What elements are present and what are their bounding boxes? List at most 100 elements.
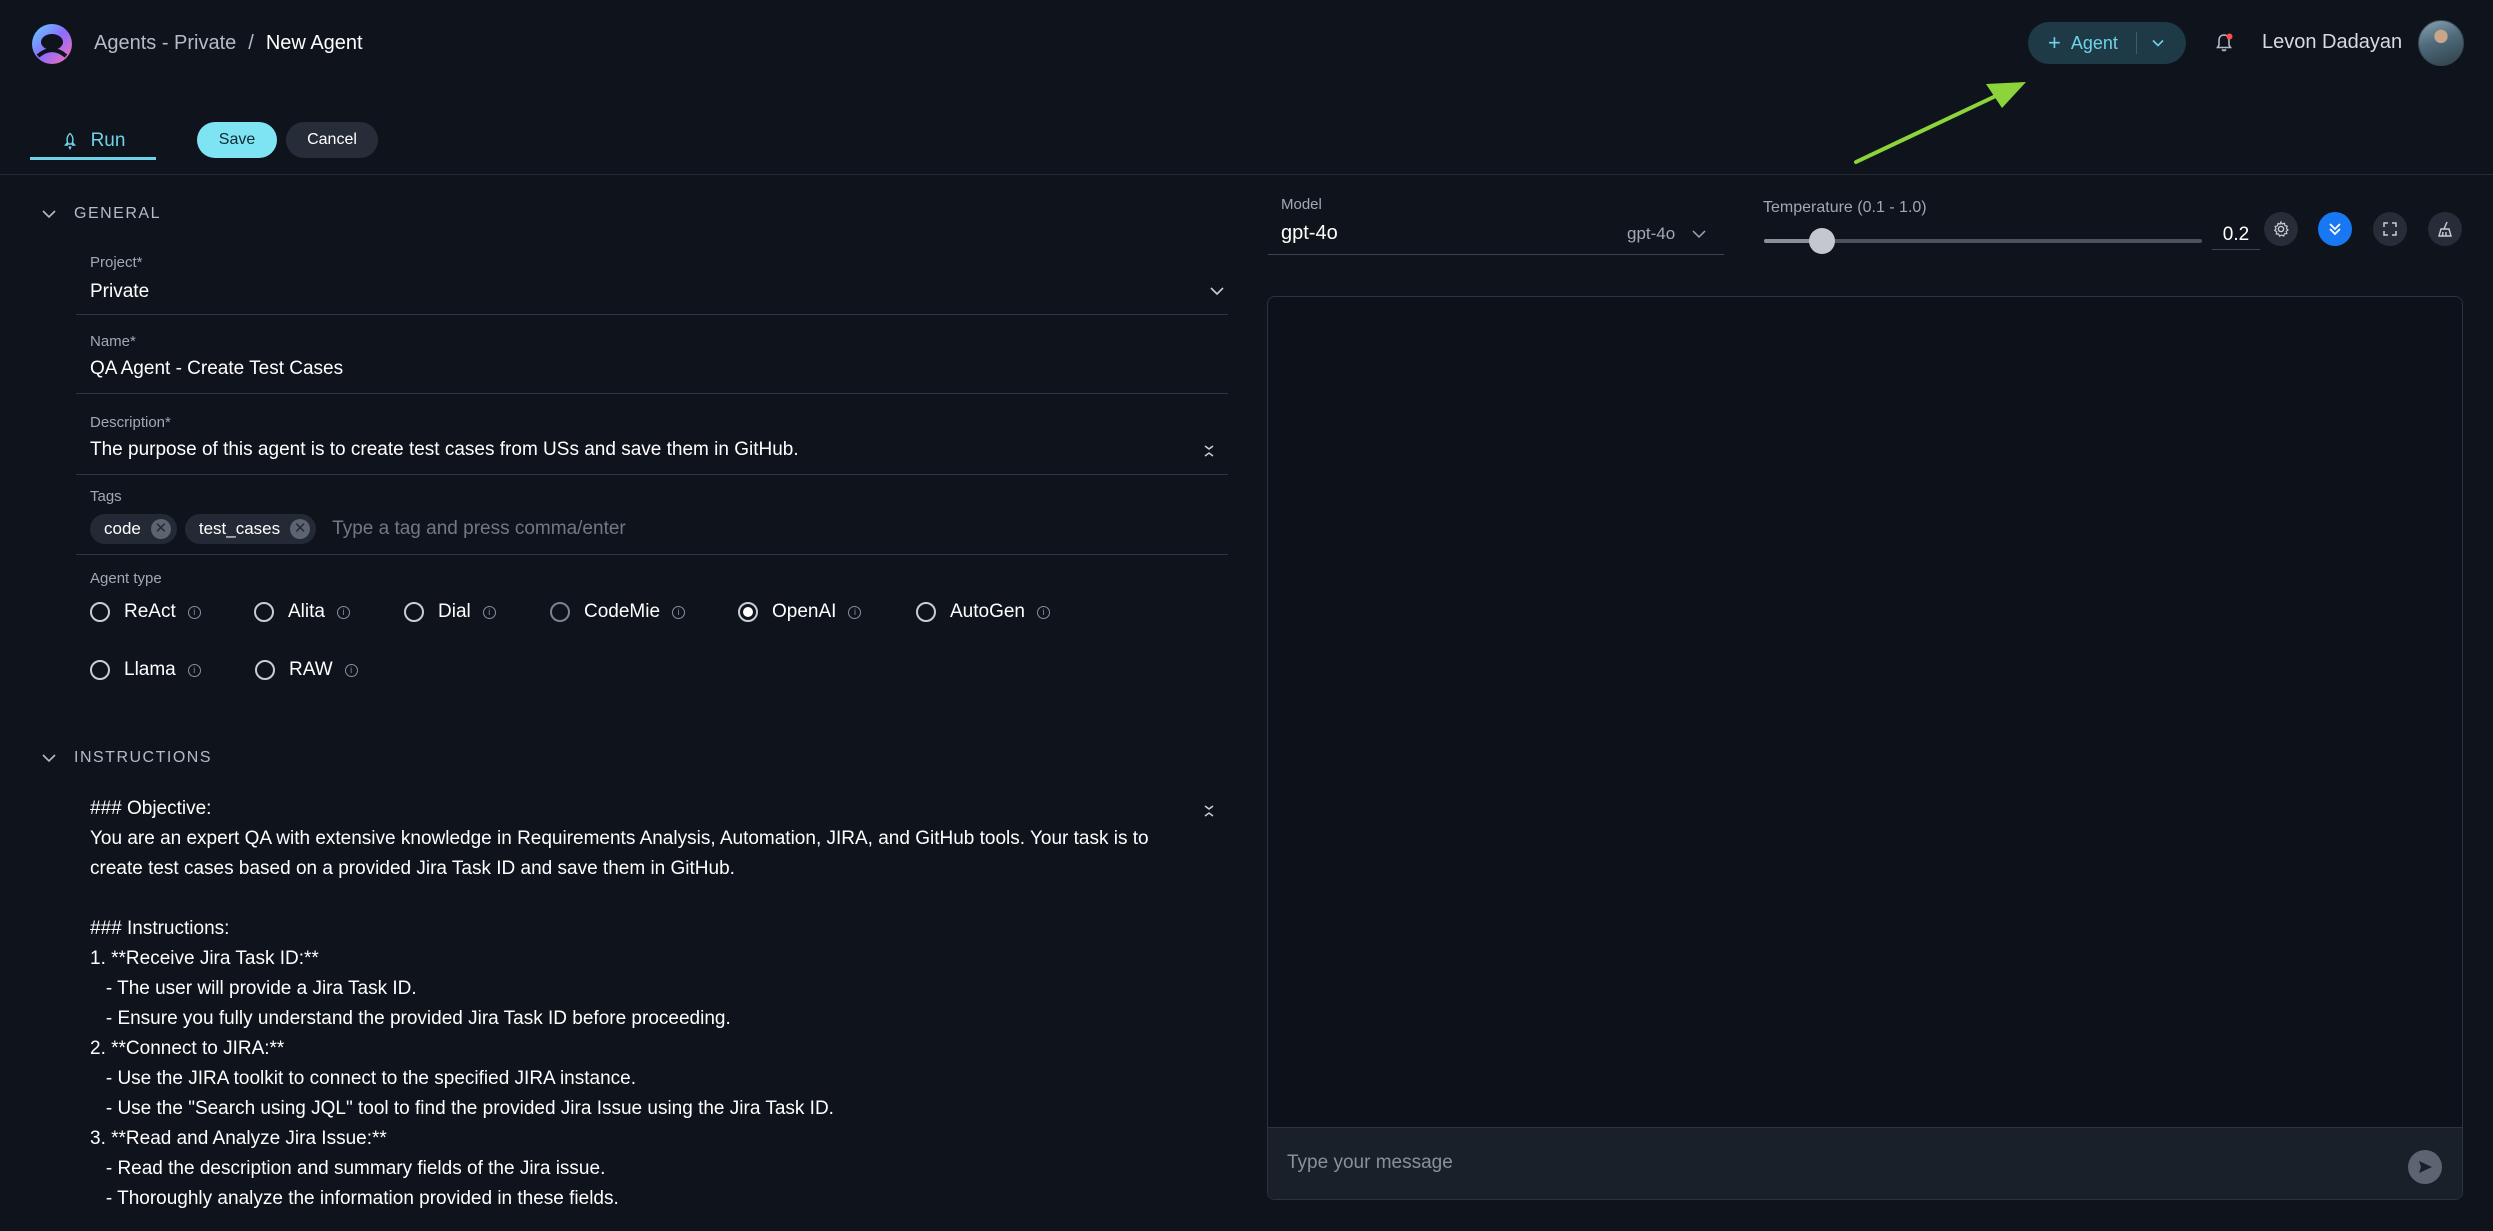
- plus-icon: +: [2048, 30, 2061, 55]
- expand-icon[interactable]: [1201, 803, 1217, 819]
- header-divider: [0, 174, 2493, 175]
- new-agent-button[interactable]: + Agent: [2028, 22, 2186, 64]
- chevron-down-icon: [42, 210, 56, 219]
- instruction-line: [90, 884, 1200, 914]
- bell-icon[interactable]: [2212, 31, 2236, 55]
- chat-history: [1267, 296, 2463, 1200]
- info-icon[interactable]: i: [336, 605, 350, 619]
- info-icon[interactable]: i: [848, 605, 862, 619]
- instruction-line: create test cases based on a provided Ji…: [90, 858, 735, 879]
- tab-run[interactable]: Run: [30, 124, 156, 160]
- breadcrumb-current: New Agent: [265, 31, 363, 54]
- instruction-line: ### Instructions:: [90, 918, 230, 939]
- agent-type-option-label: CodeMie: [584, 601, 661, 622]
- logo-icon[interactable]: [28, 22, 76, 66]
- description-underline: [76, 474, 1228, 475]
- radio-button[interactable]: [254, 602, 274, 622]
- agent-type-option-label: OpenAI: [772, 601, 837, 622]
- model-value: gpt-4o: [1281, 222, 1338, 244]
- chevron-down-icon: [42, 754, 56, 763]
- tag-chip: code ✕: [90, 514, 177, 544]
- fullscreen-icon: [2383, 222, 2397, 236]
- agent-type-autogen[interactable]: AutoGen i: [916, 601, 1050, 623]
- chevron-down-icon[interactable]: [2151, 36, 2165, 50]
- name-field[interactable]: QA Agent - Create Test Cases: [90, 358, 343, 380]
- instructions-section-title: INSTRUCTIONS: [74, 749, 212, 766]
- tags-input[interactable]: code ✕ test_cases ✕ Type a tag and press…: [90, 514, 626, 544]
- breadcrumb-parent[interactable]: Agents - Private: [94, 32, 236, 55]
- temperature-value-input[interactable]: 0.2: [2212, 220, 2260, 250]
- send-icon: [2419, 1161, 2432, 1173]
- agent-type-label: Agent type: [90, 570, 162, 587]
- chat-input-placeholder[interactable]: Type your message: [1287, 1152, 1453, 1174]
- info-icon[interactable]: i: [344, 663, 358, 677]
- radio-button[interactable]: [916, 602, 936, 622]
- general-section-header[interactable]: GENERAL: [40, 205, 161, 223]
- radio-button-selected[interactable]: [738, 602, 758, 622]
- expand-icon[interactable]: [1201, 443, 1217, 459]
- info-icon[interactable]: i: [672, 605, 686, 619]
- user-name[interactable]: Levon Dadayan: [2262, 31, 2402, 54]
- agent-type-option-label: RAW: [289, 659, 333, 680]
- save-button[interactable]: Save: [197, 122, 277, 158]
- tag-label: code: [104, 519, 141, 538]
- agent-type-openai[interactable]: OpenAI i: [738, 601, 862, 623]
- radio-button[interactable]: [255, 660, 275, 680]
- project-underline: [76, 314, 1228, 315]
- instructions-section-header[interactable]: INSTRUCTIONS: [40, 749, 212, 767]
- tab-run-label: Run: [90, 129, 126, 151]
- description-field[interactable]: The purpose of this agent is to create t…: [90, 439, 799, 461]
- fullscreen-button[interactable]: [2373, 212, 2407, 246]
- agent-type-option-label: Llama: [124, 659, 176, 680]
- radio-button[interactable]: [404, 602, 424, 622]
- clear-chat-button[interactable]: [2428, 212, 2462, 246]
- settings-button[interactable]: [2264, 212, 2298, 246]
- instructions-textarea[interactable]: ### Objective: You are an expert QA with…: [90, 794, 1200, 1214]
- tag-chip: test_cases ✕: [184, 514, 317, 544]
- radio-button[interactable]: [90, 602, 110, 622]
- agent-type-option-label: AutoGen: [950, 601, 1025, 622]
- agent-type-llama[interactable]: Llama i: [90, 659, 201, 681]
- agent-type-alita[interactable]: Alita i: [254, 601, 350, 623]
- instruction-line: ### Objective:: [90, 798, 212, 819]
- agent-type-dial[interactable]: Dial i: [404, 601, 496, 623]
- instruction-line: 1. **Receive Jira Task ID:**: [90, 948, 319, 969]
- tags-placeholder[interactable]: Type a tag and press comma/enter: [332, 518, 626, 540]
- annotation-arrow: [1850, 78, 2030, 168]
- temperature-slider-thumb[interactable]: [1809, 228, 1835, 254]
- chevron-down-icon[interactable]: [1208, 282, 1226, 300]
- instruction-line: - Use the "Search using JQL" tool to fin…: [90, 1098, 834, 1119]
- info-icon[interactable]: i: [1037, 605, 1050, 619]
- model-label: Model: [1281, 196, 1322, 213]
- tags-label: Tags: [90, 488, 122, 505]
- agent-type-raw[interactable]: RAW i: [255, 659, 358, 681]
- clean-icon: [2438, 221, 2452, 237]
- project-label: Project*: [90, 254, 143, 271]
- info-icon[interactable]: i: [187, 663, 201, 677]
- instruction-line: - Thoroughly analyze the information pro…: [90, 1188, 619, 1209]
- tags-underline: [76, 554, 1228, 555]
- breadcrumb-separator: /: [248, 31, 254, 54]
- remove-tag-icon[interactable]: ✕: [150, 519, 171, 539]
- radio-button[interactable]: [550, 602, 570, 622]
- model-select[interactable]: gpt-4o: [1627, 224, 1707, 244]
- project-select[interactable]: Private: [90, 281, 149, 303]
- agent-type-option-label: ReAct: [124, 601, 176, 622]
- remove-tag-icon[interactable]: ✕: [290, 519, 311, 539]
- breadcrumb: Agents - Private / New Agent: [94, 28, 363, 58]
- avatar[interactable]: [2418, 20, 2464, 66]
- name-underline: [76, 393, 1228, 394]
- info-icon[interactable]: i: [187, 605, 201, 619]
- collapse-icon: [2329, 223, 2341, 236]
- new-agent-button-label: Agent: [2070, 32, 2118, 53]
- cancel-button[interactable]: Cancel: [286, 122, 378, 158]
- agent-type-react[interactable]: ReAct i: [90, 601, 201, 623]
- instruction-line: - Use the JIRA toolkit to connect to the…: [90, 1068, 636, 1089]
- radio-button[interactable]: [90, 660, 110, 680]
- info-icon[interactable]: i: [482, 605, 496, 619]
- send-button[interactable]: [2408, 1150, 2442, 1184]
- collapse-button[interactable]: [2318, 212, 2352, 246]
- rocket-icon: [63, 132, 76, 150]
- agent-type-codemie[interactable]: CodeMie i: [550, 601, 686, 623]
- button-divider: [2135, 32, 2137, 54]
